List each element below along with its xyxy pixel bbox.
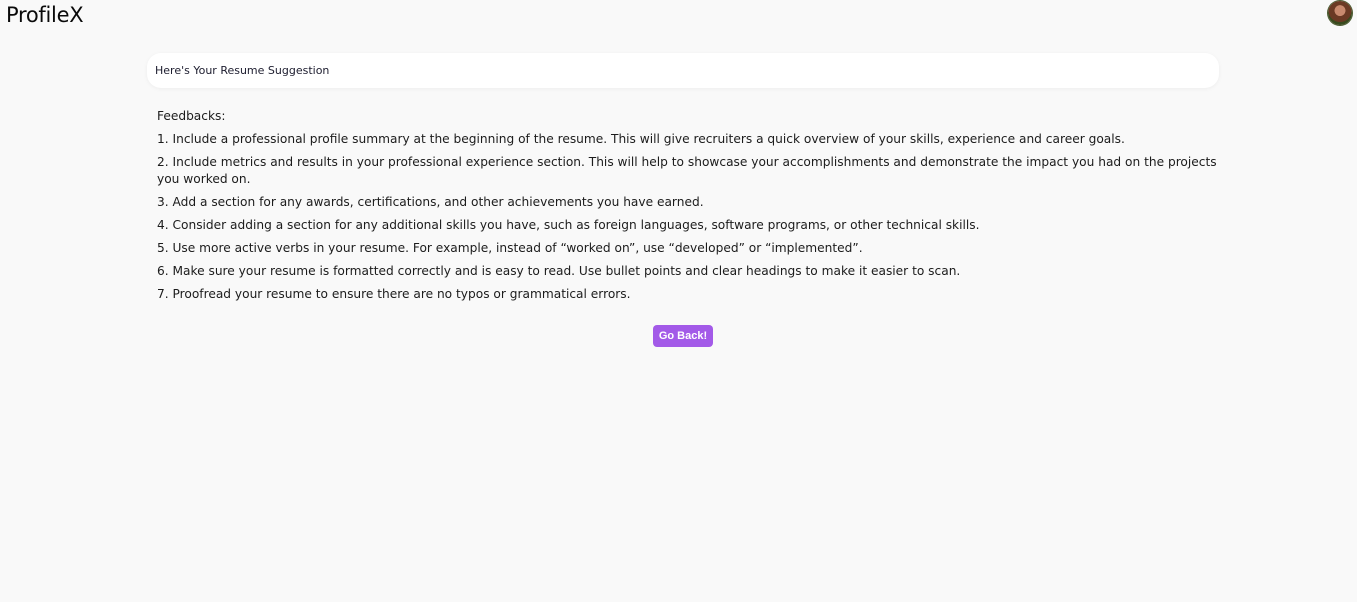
app-logo[interactable]: ProfileX xyxy=(6,3,84,27)
feedback-item-7: 7. Proofread your resume to ensure there… xyxy=(157,287,631,301)
feedback-item-3: 3. Add a section for any awards, certifi… xyxy=(157,195,704,209)
feedback-item-2: 2. Include metrics and results in your p… xyxy=(157,155,1217,186)
suggestion-header-card: Here's Your Resume Suggestion xyxy=(147,53,1219,88)
feedback-item-6: 6. Make sure your resume is formatted co… xyxy=(157,264,961,278)
go-back-button[interactable]: Go Back! xyxy=(653,325,713,347)
feedback-heading: Feedbacks: xyxy=(157,109,226,123)
user-avatar[interactable] xyxy=(1328,1,1352,25)
feedback-item-4: 4. Consider adding a section for any add… xyxy=(157,218,980,232)
feedback-list: 1. Include a professional profile summar… xyxy=(157,131,1217,303)
feedback-section: Feedbacks: 1. Include a professional pro… xyxy=(157,108,1217,309)
feedback-item-5: 5. Use more active verbs in your resume.… xyxy=(157,241,863,255)
top-bar: ProfileX xyxy=(0,0,1357,34)
feedback-item-1: 1. Include a professional profile summar… xyxy=(157,132,1125,146)
card-title: Here's Your Resume Suggestion xyxy=(155,64,330,77)
